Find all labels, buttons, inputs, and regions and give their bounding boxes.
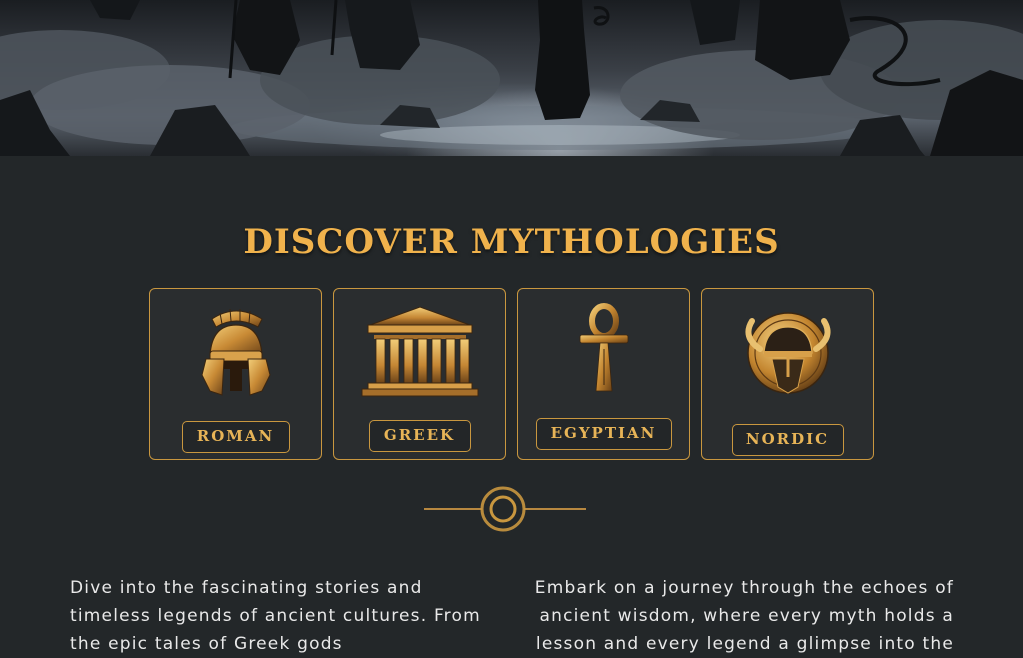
intro-paragraph-right: Embark on a journey through the echoes o… — [534, 578, 954, 654]
mythology-card-roman[interactable]: ROMAN — [149, 288, 322, 460]
hero-banner — [0, 0, 1023, 156]
mythology-card-egyptian[interactable]: EGYPTIAN — [517, 288, 690, 460]
mythology-card-nordic[interactable]: NORDIC — [701, 288, 874, 460]
mythology-card-greek[interactable]: GREEK — [333, 288, 506, 460]
hero-illustration — [0, 0, 1023, 156]
egyptian-button[interactable]: EGYPTIAN — [535, 418, 672, 450]
section-title: DISCOVER MYTHOLOGIES — [243, 222, 780, 262]
ornament-divider — [420, 484, 590, 540]
roman-helmet-icon — [150, 297, 321, 409]
greek-temple-icon — [334, 297, 505, 409]
nordic-button[interactable]: NORDIC — [731, 424, 844, 456]
intro-paragraph-left: Dive into the fascinating stories and ti… — [70, 578, 481, 654]
ankh-icon — [518, 297, 689, 409]
roman-button[interactable]: ROMAN — [181, 421, 290, 453]
viking-helmet-icon — [702, 297, 873, 409]
greek-button[interactable]: GREEK — [368, 420, 471, 452]
